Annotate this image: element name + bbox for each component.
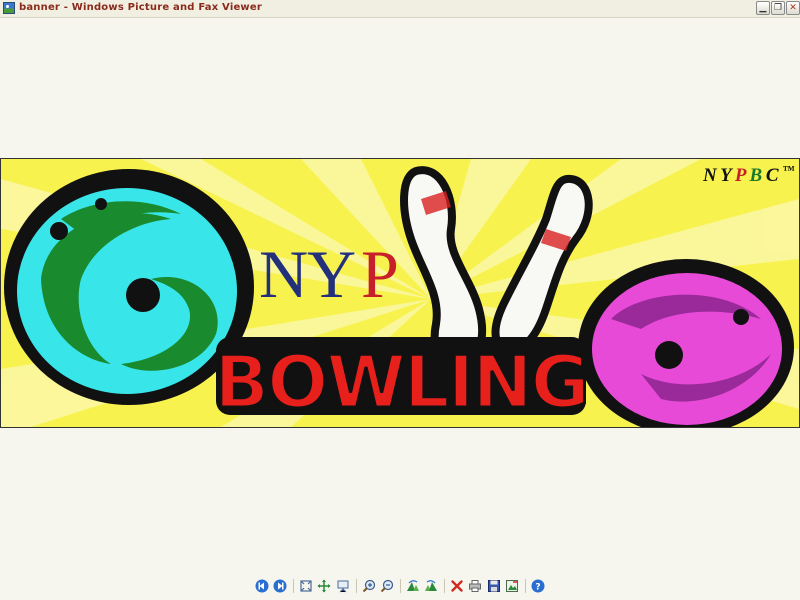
next-icon (273, 579, 287, 593)
bowling-ball-right (578, 259, 794, 427)
zoom-in-button[interactable] (362, 579, 376, 593)
next-image-button[interactable] (273, 579, 287, 593)
rotate-clockwise-icon (407, 580, 419, 591)
minimize-icon: ▁ (759, 3, 767, 13)
edit-button[interactable] (505, 579, 519, 593)
maximize-button[interactable]: ❐ (771, 1, 785, 15)
nyp-logo: N Y P (259, 236, 399, 312)
bowling-wordmark: BOWLING (213, 337, 591, 426)
nypbc-trademark: N Y P B C ™ (702, 163, 796, 186)
tm-letter-n: N (702, 165, 718, 186)
toolbar-separator (356, 579, 357, 593)
viewer-toolbar: ? (0, 574, 800, 598)
rotate-clockwise-button[interactable] (406, 579, 420, 593)
zoom-in-icon (362, 579, 376, 593)
logo-letter-y: Y (307, 236, 356, 312)
edit-icon (506, 580, 518, 592)
toolbar-separator (525, 579, 526, 593)
previous-icon (255, 579, 269, 593)
zoom-out-button[interactable] (380, 579, 394, 593)
toolbar-separator (444, 579, 445, 593)
tm-mark: ™ (782, 163, 795, 177)
slideshow-icon (337, 580, 349, 593)
rotate-counterclockwise-button[interactable] (424, 579, 438, 593)
window-title: banner - Windows Picture and Fax Viewer (19, 2, 262, 13)
tm-letter-b: B (748, 165, 761, 186)
svg-text:N Y P: N Y P B C ™ (702, 163, 795, 186)
close-button[interactable]: ✕ (786, 1, 800, 15)
svg-text:?: ? (535, 583, 540, 593)
best-fit-button[interactable] (299, 579, 313, 593)
banner-artwork: N Y P BOWLING N Y P B C ™ (1, 159, 799, 427)
help-button[interactable]: ? (531, 579, 545, 593)
zoom-out-icon (380, 579, 394, 593)
logo-letter-n: N (259, 236, 308, 312)
print-button[interactable] (468, 579, 482, 593)
maximize-icon: ❐ (773, 3, 783, 13)
actual-size-icon (317, 579, 331, 593)
close-icon: ✕ (789, 3, 797, 13)
best-fit-icon (300, 580, 312, 592)
toolbar-separator (400, 579, 401, 593)
toolbar-separator (293, 579, 294, 593)
title-bar[interactable]: banner - Windows Picture and Fax Viewer … (0, 0, 800, 18)
slide-show-button[interactable] (336, 579, 350, 593)
save-button[interactable] (487, 579, 501, 593)
bowling-text: BOWLING (214, 340, 588, 424)
banner-image: N Y P BOWLING N Y P B C ™ (0, 158, 800, 428)
print-icon (469, 580, 481, 592)
logo-letter-p: P (361, 236, 399, 312)
tm-letter-c: C (766, 165, 779, 186)
tm-letter-y: Y (720, 165, 734, 186)
minimize-button[interactable]: ▁ (756, 1, 770, 15)
delete-icon (451, 580, 463, 592)
tm-letter-p: P (734, 165, 747, 186)
picture-viewer-icon (3, 2, 15, 14)
help-icon: ? (531, 579, 545, 593)
save-icon (488, 580, 500, 592)
actual-size-button[interactable] (317, 579, 331, 593)
delete-button[interactable] (450, 579, 464, 593)
previous-image-button[interactable] (255, 579, 269, 593)
rotate-counterclockwise-icon (425, 580, 437, 591)
